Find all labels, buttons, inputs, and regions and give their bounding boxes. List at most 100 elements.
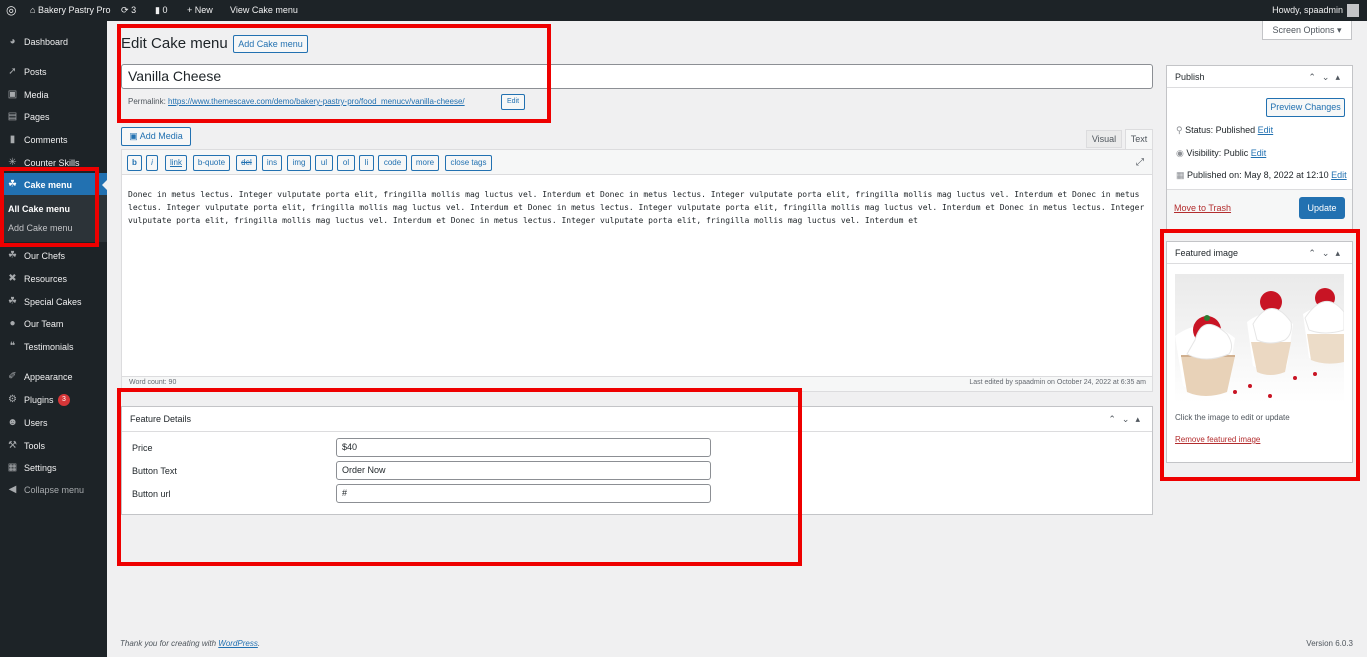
remove-featured-image-link[interactable]: Remove featured image [1175,435,1260,444]
sidebar-item-tools[interactable]: ⚒ Tools [0,436,107,456]
qt-li-button[interactable]: li [359,155,374,171]
add-media-button[interactable]: ▣ Add Media [121,127,191,146]
sidebar-item-posts[interactable]: ➚ Posts [0,62,107,82]
permalink-edit-button[interactable]: Edit [501,94,525,110]
editor-container: Donec in metus lectus. Integer vulputate… [121,149,1153,392]
preview-changes-button[interactable]: Preview Changes [1266,98,1345,117]
status-row: ⚲ Status: Published Edit [1176,125,1273,136]
metabox-order-controls[interactable]: ⌃⌄▴ [1308,242,1346,264]
button-url-input[interactable]: # [336,484,711,503]
featured-image-title: Featured image [1175,248,1239,258]
home-icon: ⌂ [30,5,36,15]
visibility-edit-link[interactable]: Edit [1251,148,1267,158]
sidebar-item-cake-menu[interactable]: ☘ Cake menu [0,173,107,197]
featured-image-hint: Click the image to edit or update [1175,413,1290,422]
feature-details-title: Feature Details [130,414,192,424]
qt-ins-button[interactable]: ins [262,155,282,171]
qt-code-button[interactable]: code [378,155,407,171]
sidebar-item-special-cakes[interactable]: ☘ Special Cakes [0,292,107,312]
pin-icon: ⚲ [1176,125,1183,135]
last-edited: Last edited by spaadmin on October 24, 2… [969,379,1146,386]
footer-thanks: Thank you for creating with WordPress. [120,639,261,648]
status-edit-link[interactable]: Edit [1258,125,1274,135]
current-menu-pointer [102,180,107,190]
update-button[interactable]: Update [1299,197,1345,219]
move-to-trash-link[interactable]: Move to Trash [1174,203,1231,213]
cupcakes-image [1175,288,1344,398]
qt-link-button[interactable]: link [165,155,187,171]
page-title: Edit Cake menu [121,35,228,52]
featured-image-thumbnail[interactable] [1175,274,1344,403]
sidebar-item-users[interactable]: ☻ Users [0,413,107,433]
price-input[interactable]: $40 [336,438,711,457]
media-icon: ▣ [7,89,18,100]
button-text-label: Button Text [132,466,177,476]
comments-link[interactable]: ▮ 0 [155,0,167,21]
tools-icon: ✖ [8,273,17,284]
eye-icon: ◉ [1176,148,1184,158]
tab-visual[interactable]: Visual [1086,130,1122,148]
screen-options-button[interactable]: Screen Options ▾ [1262,21,1352,40]
new-content-link[interactable]: + New [187,0,213,21]
add-media-label: Add Media [139,131,183,141]
qt-bold-button[interactable]: b [127,155,142,171]
view-post-link[interactable]: View Cake menu [230,0,298,21]
metabox-order-controls[interactable]: ⌃⌄▴ [1308,66,1346,88]
cake-icon: ☘ [8,296,17,307]
status-label: Status: Published [1185,125,1256,135]
sidebar-item-pages[interactable]: ▤ Pages [0,107,107,127]
fullscreen-icon[interactable]: ⤢ [1134,157,1146,169]
permalink-row: Permalink: https://www.themescave.com/de… [128,97,465,106]
settings-icon: ▦ [7,462,18,473]
sidebar-item-settings[interactable]: ▦ Settings [0,458,107,478]
sidebar-item-testimonials[interactable]: ❝ Testimonials [0,337,107,357]
site-name-link[interactable]: ⌂ Bakery Pastry Pro [30,0,110,21]
collapse-menu-button[interactable]: ◀ Collapse menu [0,480,107,500]
wordpress-link[interactable]: WordPress [218,639,258,648]
sidebar-item-dashboard[interactable]: ◕ Dashboard [0,32,107,52]
sidebar-item-counter-skills[interactable]: ✳ Counter Skills [0,153,107,173]
updates-link[interactable]: ⟳ 3 [121,0,136,21]
qt-close-tags-button[interactable]: close tags [445,155,492,171]
cake-icon: ☘ [8,179,17,190]
button-text-input[interactable]: Order Now [336,461,711,480]
refresh-icon: ⟳ [121,5,129,15]
sidebar-item-our-team[interactable]: ● Our Team [0,314,107,334]
button-url-label: Button url [132,489,171,499]
editor-textarea[interactable]: Donec in metus lectus. Integer vulputate… [128,188,1146,227]
qt-more-button[interactable]: more [411,155,439,171]
submenu-add-cake-menu[interactable]: Add Cake menu [8,223,73,233]
wordpress-logo-icon[interactable]: ◎ [6,0,16,21]
sidebar-item-our-chefs[interactable]: ☘ Our Chefs [0,246,107,266]
sidebar-item-comments[interactable]: ▮ Comments [0,130,107,150]
brush-icon: ✐ [8,371,17,382]
add-cake-menu-button[interactable]: Add Cake menu [233,35,308,53]
sidebar-item-plugins[interactable]: ⚙ Plugins 3 [0,390,107,410]
tab-text[interactable]: Text [1125,129,1153,150]
featured-image-header: Featured image ⌃⌄▴ [1167,242,1352,264]
plugin-icon: ⚙ [8,394,17,405]
published-edit-link[interactable]: Edit [1331,170,1347,180]
permalink-url[interactable]: https://www.themescave.com/demo/bakery-p… [168,97,465,106]
qt-del-button[interactable]: del [236,155,257,171]
cake-menu-submenu: All Cake menu Add Cake menu [0,195,107,242]
chef-icon: ☘ [8,250,17,261]
chevron-down-icon: ▾ [1337,25,1342,35]
team-icon: ● [9,318,16,329]
admin-sidebar: ◕ Dashboard ➚ Posts ▣ Media ▤ Pages ▮ Comment… [0,21,107,657]
sidebar-item-resources[interactable]: ✖ Resources [0,269,107,289]
qt-img-button[interactable]: img [287,155,311,171]
qt-ul-button[interactable]: ul [315,155,333,171]
qt-ol-button[interactable]: ol [337,155,355,171]
word-count: Word count: 90 [129,379,177,386]
howdy-user[interactable]: Howdy, spaadmin [1272,0,1343,21]
qt-bquote-button[interactable]: b-quote [193,155,230,171]
avatar[interactable] [1347,4,1359,17]
qt-italic-button[interactable]: i [146,155,158,171]
metabox-order-controls[interactable]: ⌃⌄▴ [1108,407,1146,432]
sidebar-item-media[interactable]: ▣ Media [0,85,107,105]
sidebar-item-appearance[interactable]: ✐ Appearance [0,367,107,387]
post-title-input[interactable]: Vanilla Cheese [121,64,1153,89]
submenu-all-cake-menu[interactable]: All Cake menu [8,204,70,214]
published-on-label: Published on: May 8, 2022 at 12:10 [1187,170,1329,180]
